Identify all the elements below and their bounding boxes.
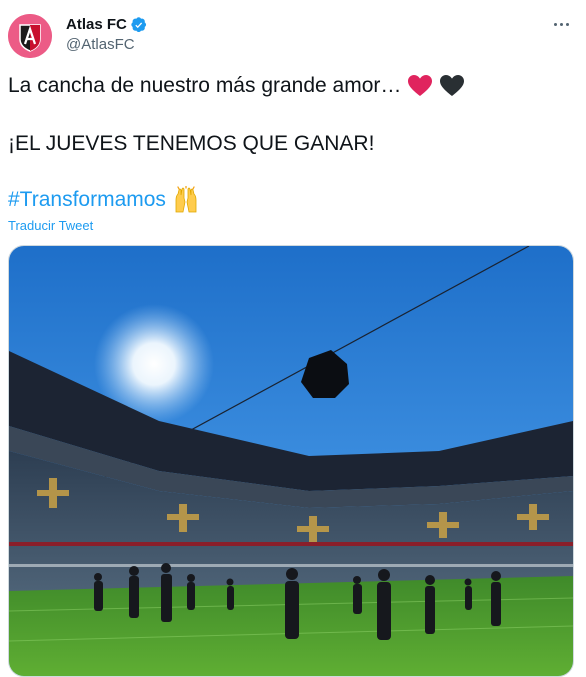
tweet-media-photo[interactable] [8,245,574,677]
name-row: Atlas FC [66,16,147,33]
account-name[interactable]: Atlas FC [66,16,127,33]
verified-badge-icon [131,16,146,32]
translate-tweet-link[interactable]: Traducir Tweet [8,218,93,233]
tweet-line-3: #Transformamos [8,186,200,214]
atlas-crest-icon[interactable] [8,14,52,58]
red-heart-icon [408,75,433,96]
more-options-icon[interactable] [550,16,572,32]
raising-hands-icon [175,186,197,213]
account-handle[interactable]: @AtlasFC [66,36,135,53]
tweet-line-1: La cancha de nuestro más grande amor… [8,74,465,98]
black-heart-icon [440,75,465,96]
hashtag-link[interactable]: #Transformamos [8,188,166,212]
tweet-header: Atlas FC @AtlasFC [8,14,578,58]
tweet-text-1: La cancha de nuestro más grande amor… [8,74,402,97]
tweet-line-2: ¡EL JUEVES TENEMOS QUE GANAR! [8,132,375,155]
